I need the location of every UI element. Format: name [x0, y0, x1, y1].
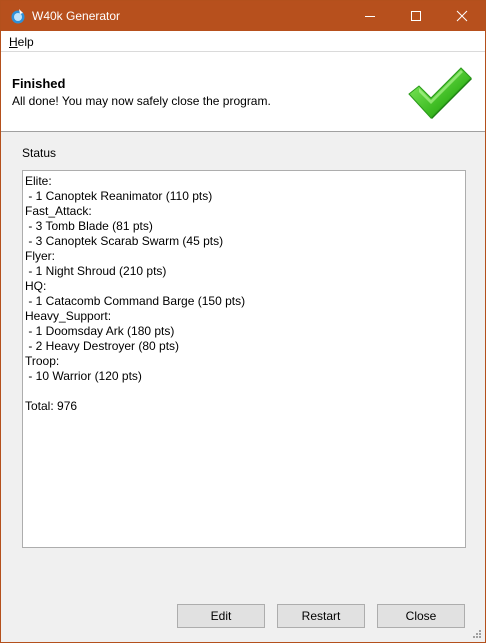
edit-button[interactable]: Edit	[177, 604, 265, 628]
status-text: Elite: - 1 Canoptek Reanimator (110 pts)…	[23, 171, 465, 417]
title-bar[interactable]: W40k Generator	[1, 1, 485, 31]
close-icon	[456, 10, 468, 22]
header-panel: Finished All done! You may now safely cl…	[1, 52, 485, 132]
status-line: - 2 Heavy Destroyer (80 pts)	[25, 339, 180, 353]
minimize-button[interactable]	[347, 1, 393, 31]
app-icon[interactable]	[10, 8, 26, 24]
status-line: - 1 Doomsday Ark (180 pts)	[25, 324, 175, 338]
close-button[interactable]: Close	[377, 604, 465, 628]
page-subtitle: All done! You may now safely close the p…	[12, 94, 271, 108]
status-line: HQ:	[25, 279, 47, 293]
menu-bar: Help	[1, 31, 485, 52]
status-line: Total: 976	[25, 399, 78, 413]
resize-grip-icon[interactable]	[472, 629, 482, 639]
status-line: - 1 Canoptek Reanimator (110 pts)	[25, 189, 213, 203]
menu-help-label: elp	[17, 35, 34, 49]
status-line: Heavy_Support:	[25, 309, 112, 323]
status-line: - 3 Tomb Blade (81 pts)	[25, 219, 153, 233]
status-line: - 10 Warrior (120 pts)	[25, 369, 142, 383]
status-line: Troop:	[25, 354, 60, 368]
maximize-icon	[411, 11, 421, 21]
status-label: Status	[22, 146, 57, 160]
status-line: - 3 Canoptek Scarab Swarm (45 pts)	[25, 234, 224, 248]
menu-help[interactable]: Help	[9, 35, 34, 49]
restart-button[interactable]: Restart	[277, 604, 365, 628]
status-line: Fast_Attack:	[25, 204, 92, 218]
close-window-button[interactable]	[439, 1, 485, 31]
minimize-icon	[365, 16, 375, 17]
status-line: Flyer:	[25, 249, 55, 263]
status-line: Elite:	[25, 174, 52, 188]
green-checkmark-icon	[408, 67, 472, 119]
status-textbox[interactable]: Elite: - 1 Canoptek Reanimator (110 pts)…	[22, 170, 466, 548]
main-window: W40k Generator Help Finished All done! Y…	[0, 0, 486, 643]
status-line: - 1 Night Shroud (210 pts)	[25, 264, 167, 278]
maximize-button[interactable]	[393, 1, 439, 31]
page-title: Finished	[12, 76, 66, 91]
window-title: W40k Generator	[32, 9, 121, 23]
status-line: - 1 Catacomb Command Barge (150 pts)	[25, 294, 246, 308]
menu-help-access-key: H	[9, 35, 18, 49]
